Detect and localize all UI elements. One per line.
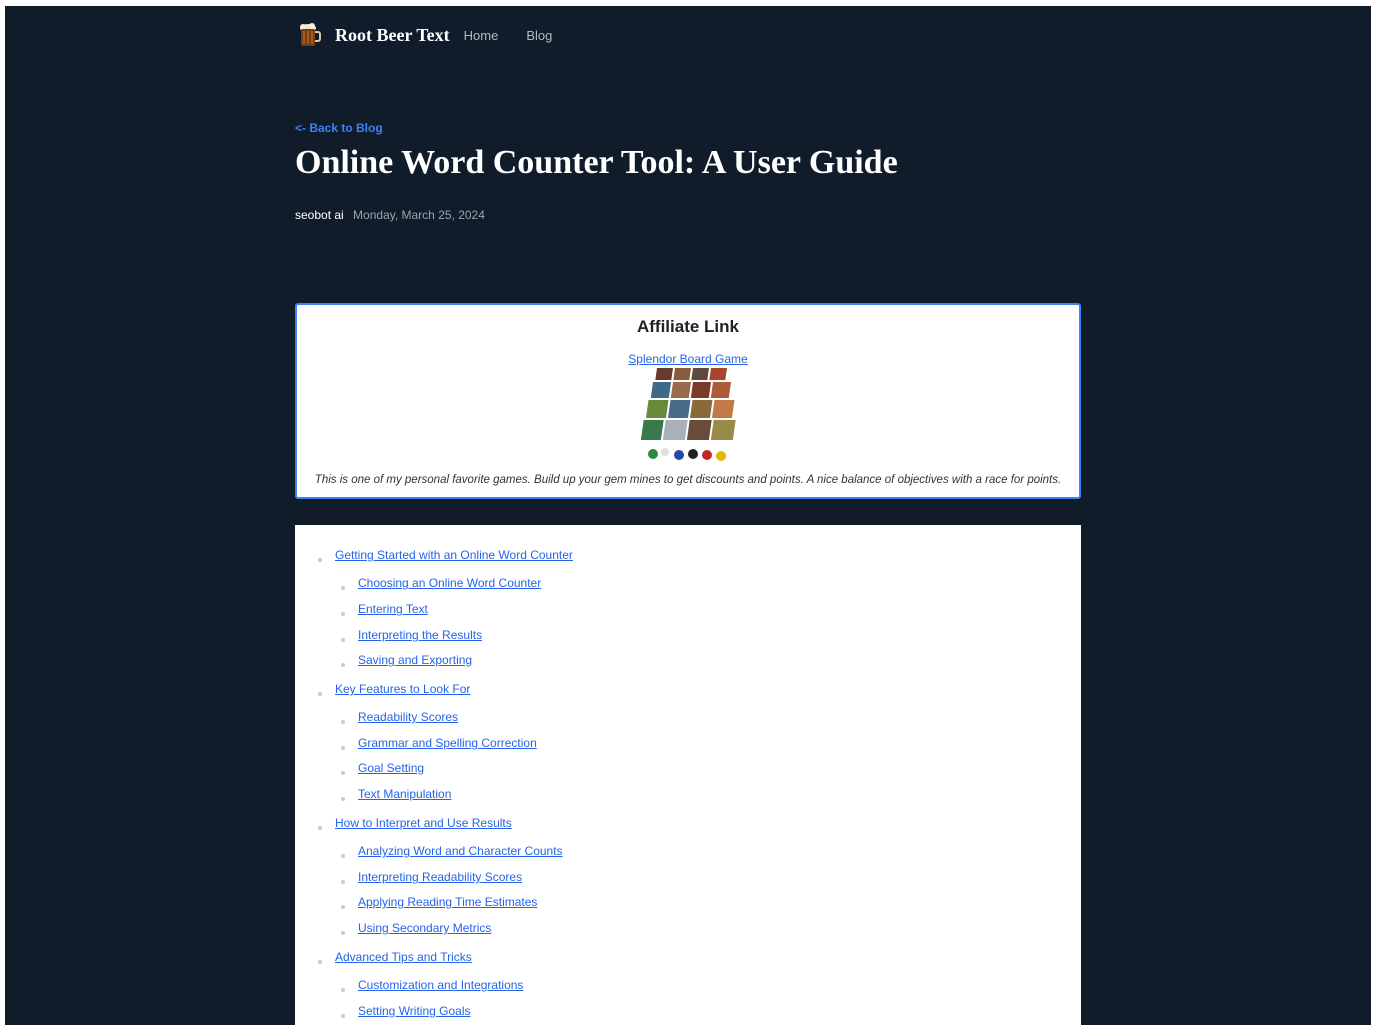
toc-item[interactable]: Advanced Tips and Tricks — [335, 950, 472, 964]
toc-subitem[interactable]: Using Secondary Metrics — [358, 921, 491, 935]
nav-home-link[interactable]: Home — [464, 28, 499, 43]
list-bullet — [318, 826, 322, 830]
product-image[interactable] — [633, 368, 743, 464]
publish-date: Monday, March 25, 2024 — [353, 208, 485, 222]
list-bullet — [341, 746, 345, 750]
list-bullet — [341, 586, 345, 590]
affiliate-product-link[interactable]: Splendor Board Game — [297, 352, 1079, 366]
back-to-blog-link[interactable]: <- Back to Blog — [295, 121, 383, 135]
list-bullet — [341, 988, 345, 992]
toc-subitem[interactable]: Customization and Integrations — [358, 978, 523, 992]
list-bullet — [318, 692, 322, 696]
toc-item[interactable]: How to Interpret and Use Results — [335, 816, 512, 830]
page-title: Online Word Counter Tool: A User Guide — [295, 144, 898, 181]
list-bullet — [341, 905, 345, 909]
page: Root Beer Text Home Blog <- Back to Blog… — [5, 6, 1371, 1025]
list-bullet — [341, 771, 345, 775]
affiliate-box: Affiliate Link Splendor Board Game This … — [295, 303, 1081, 499]
toc-subitem[interactable]: Interpreting the Results — [358, 628, 482, 642]
list-bullet — [341, 663, 345, 667]
list-bullet — [318, 960, 322, 964]
toc-subitem[interactable]: Readability Scores — [358, 710, 458, 724]
list-bullet — [341, 612, 345, 616]
toc-subitem[interactable]: Entering Text — [358, 602, 428, 616]
toc-item[interactable]: Key Features to Look For — [335, 682, 470, 696]
list-bullet — [341, 797, 345, 801]
toc-subitem[interactable]: Grammar and Spelling Correction — [358, 736, 537, 750]
toc-subitem[interactable]: Text Manipulation — [358, 787, 451, 801]
list-bullet — [341, 720, 345, 724]
list-bullet — [318, 558, 322, 562]
toc-item[interactable]: Getting Started with an Online Word Coun… — [335, 548, 573, 562]
brand-name[interactable]: Root Beer Text — [335, 25, 450, 46]
list-bullet — [341, 1014, 345, 1018]
toc-subitem[interactable]: Setting Writing Goals — [358, 1004, 471, 1018]
nav-blog-link[interactable]: Blog — [526, 28, 552, 43]
list-bullet — [341, 854, 345, 858]
author-name: seobot ai — [295, 208, 344, 222]
affiliate-heading: Affiliate Link — [636, 317, 739, 336]
list-bullet — [341, 931, 345, 935]
article-meta: seobot ai Monday, March 25, 2024 — [295, 208, 485, 222]
toc-subitem[interactable]: Saving and Exporting — [358, 653, 472, 667]
toc-subitem[interactable]: Interpreting Readability Scores — [358, 870, 522, 884]
list-bullet — [341, 638, 345, 642]
site-header: Root Beer Text Home Blog — [295, 20, 580, 50]
toc-subitem[interactable]: Goal Setting — [358, 761, 424, 775]
table-of-contents: Getting Started with an Online Word Coun… — [295, 525, 1081, 1025]
toc-subitem[interactable]: Choosing an Online Word Counter — [358, 576, 541, 590]
root-beer-mug-icon[interactable] — [295, 21, 323, 49]
affiliate-description: This is one of my personal favorite game… — [314, 474, 1062, 486]
toc-subitem[interactable]: Analyzing Word and Character Counts — [358, 844, 563, 858]
toc-subitem[interactable]: Applying Reading Time Estimates — [358, 895, 537, 909]
list-bullet — [341, 880, 345, 884]
